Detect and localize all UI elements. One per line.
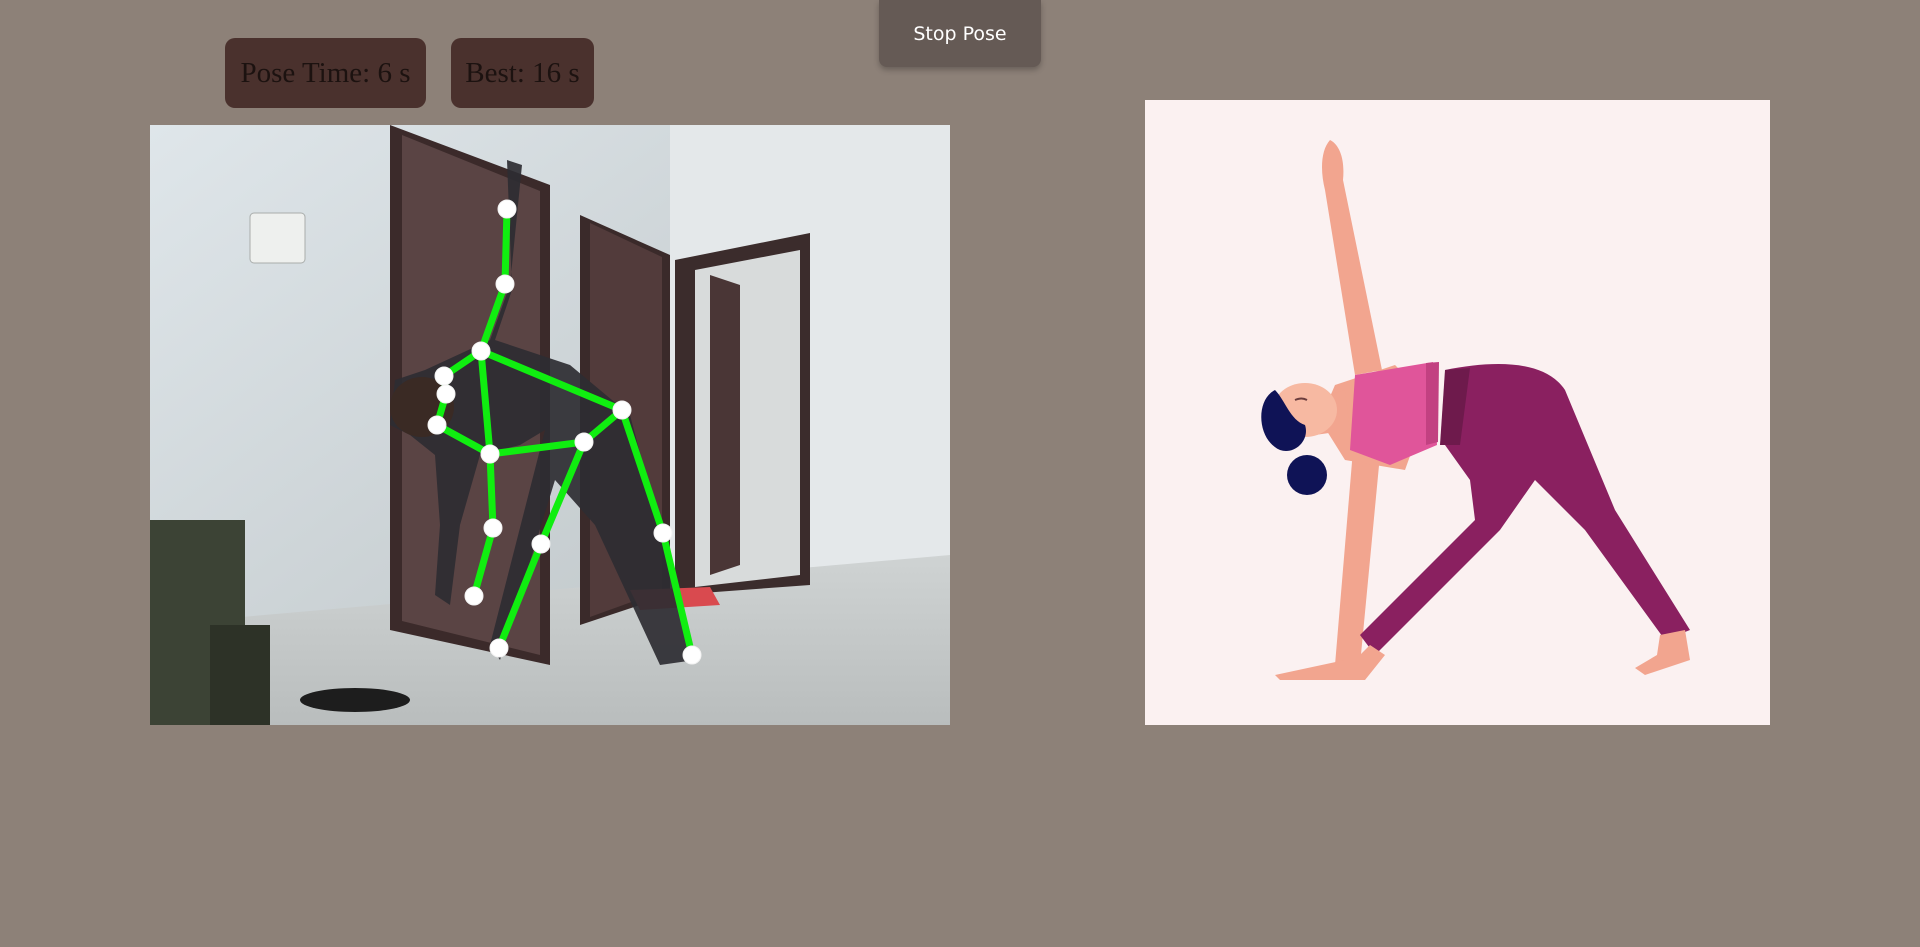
sports-top — [1350, 362, 1437, 465]
best-time-display: Best: 16 s — [451, 38, 594, 108]
reference-pose-image — [1145, 100, 1770, 725]
pose-time-text: Pose Time: 6 s — [240, 56, 411, 89]
switch-board — [249, 212, 306, 264]
pose-time-display: Pose Time: 6 s — [225, 38, 426, 108]
raised-arm — [1322, 140, 1382, 375]
sports-top-band — [1426, 362, 1439, 445]
best-time-text: Best: 16 s — [465, 56, 580, 89]
door-right-edge — [710, 275, 740, 575]
stop-pose-label: Stop Pose — [913, 22, 1007, 45]
webcam-canvas — [150, 125, 950, 725]
reference-pose-illustration — [1261, 140, 1690, 680]
right-foot — [1635, 630, 1690, 675]
slippers — [300, 688, 410, 712]
hair-bun — [1287, 455, 1327, 495]
stop-pose-button[interactable]: Stop Pose — [879, 0, 1041, 67]
webcam-feed — [150, 125, 950, 725]
sofa-arm — [210, 625, 270, 725]
